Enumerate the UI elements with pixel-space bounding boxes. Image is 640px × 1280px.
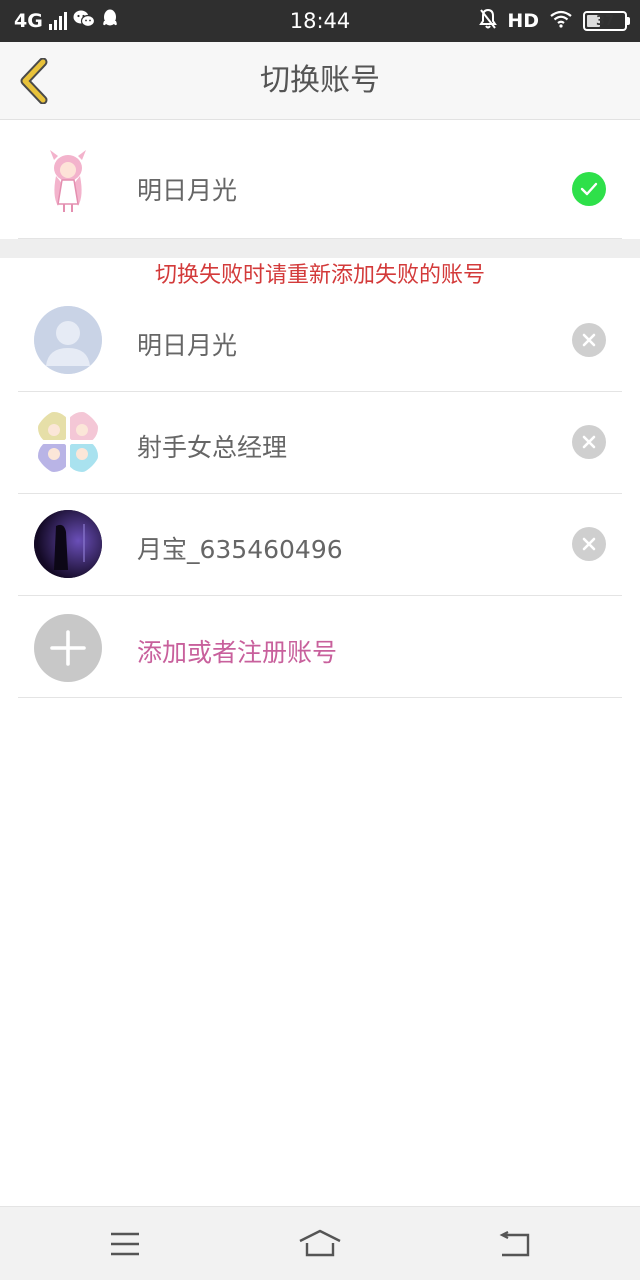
battery-level: 37 bbox=[595, 13, 615, 29]
menu-button[interactable] bbox=[95, 1223, 155, 1265]
home-button[interactable] bbox=[290, 1223, 350, 1265]
account-row[interactable]: 射手女总经理 bbox=[0, 392, 640, 494]
menu-icon bbox=[111, 1232, 139, 1256]
remove-account-button[interactable] bbox=[572, 527, 606, 561]
account-name: 明日月光 bbox=[137, 331, 238, 360]
account-row[interactable]: 明日月光 bbox=[0, 290, 640, 392]
header: 切换账号 bbox=[0, 42, 640, 120]
status-bar: 4G 18:44 HD 37 bbox=[0, 0, 640, 42]
home-icon bbox=[299, 1229, 341, 1257]
account-name: 月宝_635460496 bbox=[137, 535, 343, 564]
account-row[interactable]: 月宝_635460496 bbox=[0, 494, 640, 596]
plus-icon bbox=[34, 614, 102, 682]
current-account-name: 明日月光 bbox=[137, 176, 238, 205]
wifi-icon bbox=[549, 10, 573, 32]
add-account-label: 添加或者注册账号 bbox=[137, 638, 338, 667]
return-icon bbox=[499, 1231, 530, 1257]
remove-account-button[interactable] bbox=[572, 323, 606, 357]
account-name: 射手女总经理 bbox=[137, 433, 288, 462]
warning-text: 切换失败时请重新添加失败的账号 bbox=[154, 263, 485, 288]
close-icon bbox=[582, 333, 596, 347]
avatar bbox=[34, 146, 102, 214]
avatar bbox=[34, 408, 102, 476]
current-account-row[interactable]: 明日月光 bbox=[0, 121, 640, 239]
bell-muted-icon bbox=[479, 8, 498, 34]
battery-icon: 37 bbox=[583, 11, 627, 31]
hd-indicator: HD bbox=[507, 10, 539, 32]
avatar bbox=[34, 510, 102, 578]
check-circle-icon bbox=[572, 172, 606, 206]
back-nav-button[interactable] bbox=[485, 1223, 545, 1265]
page-title: 切换账号 bbox=[260, 63, 380, 98]
close-icon bbox=[582, 435, 596, 449]
navigation-bar bbox=[0, 1206, 640, 1280]
section-separator bbox=[0, 239, 640, 258]
status-right: HD 37 bbox=[479, 0, 630, 42]
close-icon bbox=[582, 537, 596, 551]
add-account-row[interactable]: 添加或者注册账号 bbox=[0, 596, 640, 698]
divider bbox=[18, 697, 622, 698]
remove-account-button[interactable] bbox=[572, 425, 606, 459]
avatar bbox=[34, 306, 102, 374]
